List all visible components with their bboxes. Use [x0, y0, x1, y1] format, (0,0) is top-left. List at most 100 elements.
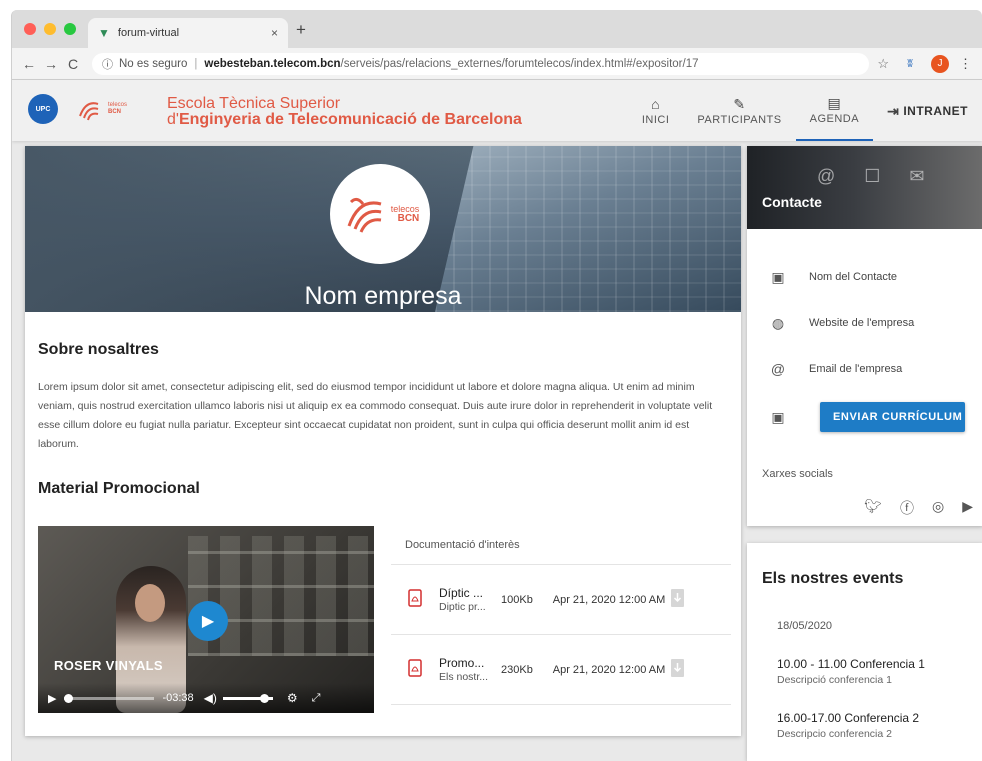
about-text: Lorem ipsum dolor sit amet, consectetur …	[38, 381, 713, 450]
upc-logo-label: UPC	[35, 105, 51, 113]
volume-icon[interactable]: ◀)	[204, 691, 217, 705]
telecos-logo-small[interactable]: telecos BCN	[72, 92, 134, 126]
event-item[interactable]: 10.00 - 11.00 Conferencia 1 Descripció c…	[777, 657, 977, 686]
nav-agenda-label: AGENDA	[809, 112, 860, 125]
contact-card: @ ☐ ✉ Contacte ▣ Nom del Contacte ◍ Webs…	[747, 146, 982, 526]
reload-button[interactable]: C	[62, 56, 84, 72]
tab-close-icon[interactable]: ×	[271, 26, 278, 40]
promo-video[interactable]: ▶ ROSER VINYALS ▶ -03:38 ◀) ⚙ ⤢	[38, 526, 374, 713]
download-icon[interactable]	[671, 589, 691, 610]
address-bar[interactable]: ⓘ No es seguro | webesteban.telecom.bcn …	[92, 52, 870, 75]
doc-name: Promo...	[439, 655, 485, 670]
telecos-waves-icon	[347, 197, 382, 233]
bookmark-star-icon[interactable]: ☆	[877, 56, 889, 72]
nav-participants-label: PARTICIPANTS	[697, 113, 782, 126]
url-host: webesteban.telecom.bcn	[204, 57, 341, 70]
company-logo: telecos BCN	[330, 164, 430, 264]
contact-email-row[interactable]: @ Email de l'empresa	[747, 356, 982, 382]
event-item[interactable]: 16.00-17.00 Conferencia 2 Descripcio con…	[777, 711, 977, 740]
doc-desc: Els nostr...	[439, 670, 489, 683]
contact-website-row[interactable]: ◍ Website de l'empresa	[747, 310, 982, 336]
nav-intranet[interactable]: ⇥ INTRANET	[873, 80, 982, 141]
fullscreen-icon[interactable]: ⤢	[312, 692, 321, 705]
browser-toolbar: ← → C ⓘ No es seguro | webesteban.teleco…	[12, 48, 982, 80]
school-name-prefix: d'	[167, 111, 179, 128]
play-button[interactable]: ▶	[188, 601, 228, 641]
contact-email[interactable]: Email de l'empresa	[809, 363, 902, 375]
url-path: /serveis/pas/relacions_externes/forumtel…	[340, 57, 699, 70]
youtube-icon[interactable]: ▶	[962, 498, 973, 518]
profile-avatar[interactable]: J	[931, 54, 949, 73]
event-title: 16.00-17.00 Conferencia 2	[777, 711, 920, 725]
tab-strip: ▼ forum-virtual × +	[12, 10, 982, 48]
bcn-small-label: BCN	[108, 109, 121, 115]
nav-intranet-label: INTRANET	[903, 103, 968, 118]
info-icon[interactable]: ⓘ	[102, 56, 113, 72]
volume-thumb[interactable]	[259, 693, 269, 703]
url-separator: |	[194, 57, 198, 70]
contact-title: Contacte	[762, 194, 822, 210]
social-links: 🐦︎ ⓕ ◎ ▶	[864, 498, 973, 518]
docs-header: Documentació d'interès	[405, 539, 520, 551]
contact-name: Nom del Contacte	[809, 271, 898, 283]
calendar-icon: ▤	[827, 94, 842, 111]
close-window-button[interactable]	[24, 23, 36, 35]
control-play-icon[interactable]: ▶	[48, 692, 56, 705]
doc-names: Promo... Els nostr...	[439, 656, 501, 684]
video-controls: ▶ -03:38 ◀) ⚙ ⤢	[38, 683, 374, 713]
telecos-small-label: telecos	[108, 102, 128, 108]
nav-agenda[interactable]: ▤ AGENDA	[795, 80, 874, 141]
settings-gear-icon[interactable]: ⚙	[287, 691, 298, 705]
company-name: Nom empresa	[304, 282, 462, 310]
socials-label: Xarxes socials	[762, 468, 833, 480]
events-title: Els nostres events	[762, 570, 904, 587]
new-tab-button[interactable]: +	[296, 21, 306, 38]
promo-title: Material Promocional	[38, 480, 200, 497]
logo-bcn-label: BCN	[397, 213, 420, 224]
volume-slider[interactable]	[222, 693, 273, 703]
send-cv-button[interactable]: ENVIAR CURRÍCULUM	[820, 402, 965, 432]
browser-window: ▼ forum-virtual × + ← → C ⓘ No es seguro…	[11, 10, 982, 761]
event-desc: Descripcio conferencia 2	[777, 728, 892, 740]
instagram-icon[interactable]: ◎	[932, 498, 944, 518]
school-name: Escola Tècnica Superior d'Enginyeria de …	[167, 96, 522, 128]
doc-size: 100Kb	[501, 593, 533, 606]
school-name-line2: d'Enginyeria de Telecomunicació de Barce…	[167, 112, 522, 128]
pdf-file-icon	[391, 589, 439, 610]
seek-thumb[interactable]	[64, 693, 74, 703]
menu-kebab-icon[interactable]: ⋮	[959, 56, 972, 72]
doc-names: Díptic ... Diptic pr...	[439, 586, 501, 614]
school-name-line1: Escola Tècnica Superior	[167, 95, 341, 112]
about-title: Sobre nosaltres	[38, 341, 159, 358]
doc-list: Díptic ... Diptic pr... 100Kb Apr 21, 20…	[391, 564, 731, 705]
events-card: Els nostres events 18/05/2020 10.00 - 11…	[747, 543, 982, 761]
browser-tab[interactable]: ▼ forum-virtual ×	[88, 18, 288, 48]
forward-button[interactable]: →	[40, 56, 62, 72]
nav-inici[interactable]: ⌂ INICI	[628, 80, 684, 141]
nav-participants[interactable]: ✎ PARTICIPANTS	[683, 80, 795, 141]
doc-row[interactable]: Díptic ... Diptic pr... 100Kb Apr 21, 20…	[391, 565, 731, 635]
login-icon: ⇥	[887, 102, 900, 119]
doc-date: Apr 21, 2020 12:00 AM	[552, 663, 666, 676]
play-icon: ▶	[201, 613, 215, 630]
doc-row[interactable]: Promo... Els nostr... 230Kb Apr 21, 2020…	[391, 635, 731, 705]
doc-date: Apr 21, 2020 12:00 AM	[552, 593, 666, 606]
contact-hero-icons: @ ☐ ✉	[817, 166, 937, 186]
doc-size: 230Kb	[501, 663, 533, 676]
maximize-window-button[interactable]	[64, 23, 76, 35]
contact-website[interactable]: Website de l'empresa	[809, 317, 914, 329]
download-icon[interactable]	[671, 659, 691, 680]
at-icon: @	[770, 361, 786, 377]
extension-icon[interactable]: ʬ	[903, 57, 917, 71]
doc-name: Díptic ...	[439, 585, 484, 600]
vue-favicon-icon: ▼	[98, 26, 110, 40]
video-seek-bar[interactable]	[64, 693, 155, 703]
upc-logo[interactable]: UPC	[28, 94, 58, 124]
company-card: telecos BCN Nom empresa Sobre nosaltres …	[25, 146, 741, 736]
contact-hero-banner: @ ☐ ✉ Contacte	[747, 146, 982, 229]
back-button[interactable]: ←	[18, 56, 40, 72]
contact-card-icon: ▣	[771, 268, 785, 285]
facebook-icon[interactable]: ⓕ	[900, 498, 914, 518]
minimize-window-button[interactable]	[44, 23, 56, 35]
twitter-icon[interactable]: 🐦︎	[864, 498, 882, 518]
